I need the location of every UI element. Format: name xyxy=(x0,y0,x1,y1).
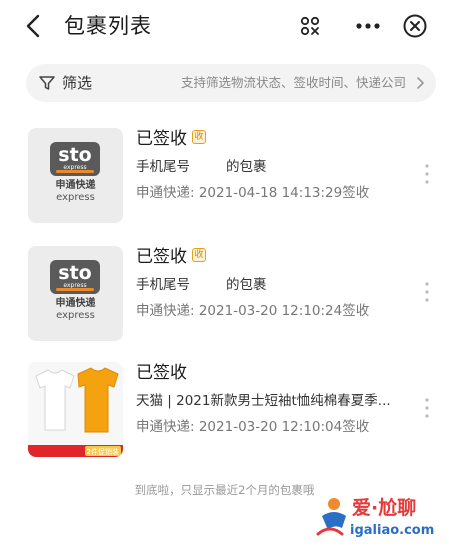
package-desc: 天猫 | 2021新款男士短袖t恤纯棉春夏季... xyxy=(136,393,391,409)
product-thumb: 2件促销装 xyxy=(28,362,123,457)
package-item[interactable]: sto express 申通快递 express 已签收 收 手机尾号 的包裹 申… xyxy=(0,246,449,348)
package-desc-prefix: 手机尾号 xyxy=(136,159,190,175)
filter-icon xyxy=(39,76,55,90)
watermark-url: igaliao.com xyxy=(350,523,435,538)
page-title: 包裹列表 xyxy=(64,14,152,38)
package-desc-suffix: 的包裹 xyxy=(226,159,267,175)
kebab-menu-icon[interactable] xyxy=(422,280,432,304)
chevron-left-icon xyxy=(26,14,40,38)
watermark-cn: 爱·尬聊 xyxy=(352,497,417,519)
package-status: 已签收 xyxy=(136,129,187,149)
sto-logo-en: express xyxy=(56,310,95,321)
package-item[interactable]: sto express 申通快递 express 已签收 收 手机尾号 的包裹 申… xyxy=(0,128,449,230)
package-desc: 手机尾号 的包裹 xyxy=(136,158,267,176)
watermark: 爱·尬聊 igaliao.com xyxy=(312,492,446,550)
scan-icon xyxy=(300,16,320,36)
package-desc: 手机尾号 的包裹 xyxy=(136,276,267,294)
promo-tag: 2件促销装 xyxy=(84,446,121,456)
received-badge: 收 xyxy=(192,130,206,144)
sto-logo-cn: 申通快递 xyxy=(55,298,96,309)
header-bar: 包裹列表 xyxy=(0,0,449,52)
sto-logo-en: express xyxy=(56,192,95,203)
courier-time: 申通快递: 2021-03-20 12:10:24签收 xyxy=(136,303,370,319)
filter-label: 筛选 xyxy=(62,74,93,92)
sto-logo-stripe xyxy=(56,288,94,291)
package-status: 已签收 xyxy=(136,363,187,383)
close-circle-icon xyxy=(403,14,427,38)
courier-time: 申通快递: 2021-04-18 14:13:29签收 xyxy=(136,185,370,201)
sto-logo-stripe xyxy=(56,170,94,173)
close-button[interactable] xyxy=(401,12,429,40)
chevron-right-icon xyxy=(417,77,424,89)
received-badge: 收 xyxy=(192,248,206,262)
sto-logo-cn: 申通快递 xyxy=(55,180,96,191)
sto-logo: sto express xyxy=(50,260,100,294)
back-button[interactable] xyxy=(20,12,48,40)
courier-logo-thumb: sto express 申通快递 express xyxy=(28,246,123,341)
scan-button[interactable] xyxy=(296,12,324,40)
tshirts-image xyxy=(35,367,119,433)
sto-logo-text: sto xyxy=(58,262,92,284)
filter-bar[interactable]: 筛选 支持筛选物流状态、签收时间、快递公司 xyxy=(26,64,436,102)
more-button[interactable] xyxy=(354,12,382,40)
sto-logo-text: sto xyxy=(58,144,92,166)
courier-logo-thumb: sto express 申通快递 express xyxy=(28,128,123,223)
kebab-menu-icon[interactable] xyxy=(422,162,432,186)
package-item[interactable]: 2件促销装 已签收 天猫 | 2021新款男士短袖t恤纯棉春夏季... 申通快递… xyxy=(0,362,449,464)
courier-time: 申通快递: 2021-03-20 12:10:04签收 xyxy=(136,419,370,435)
package-desc-suffix: 的包裹 xyxy=(226,277,267,293)
kebab-menu-icon[interactable] xyxy=(422,396,432,420)
watermark-figure-icon xyxy=(316,498,346,536)
more-dots-icon xyxy=(356,23,380,29)
filter-hint: 支持筛选物流状态、签收时间、快递公司 xyxy=(180,75,406,90)
promo-strip: 2件促销装 xyxy=(28,445,123,457)
sto-logo: sto express xyxy=(50,142,100,176)
package-status: 已签收 xyxy=(136,247,187,267)
package-desc-prefix: 手机尾号 xyxy=(136,277,190,293)
